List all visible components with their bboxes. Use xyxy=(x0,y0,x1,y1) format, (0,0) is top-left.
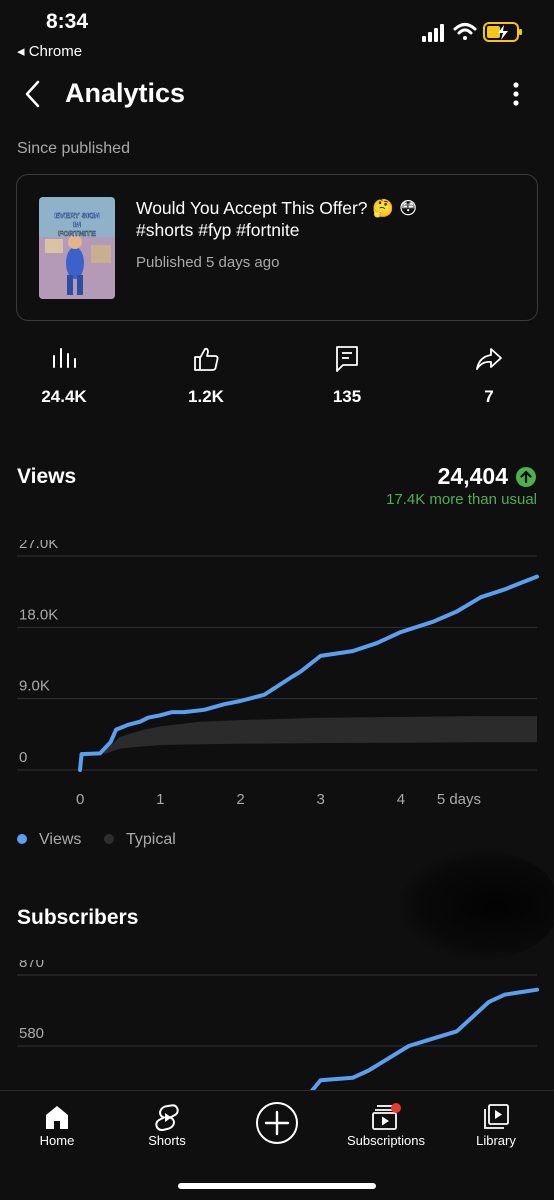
y-tick-label: 9.0K xyxy=(19,678,50,695)
video-title-line-2: #shorts #fyp #fortnite xyxy=(136,220,300,240)
nav-home[interactable]: Home xyxy=(2,1101,112,1157)
x-tick-label: 3 xyxy=(317,791,325,808)
stat-shares: 7 xyxy=(434,345,544,415)
notification-dot xyxy=(391,1103,401,1113)
views-delta: 17.4K more than usual xyxy=(386,491,537,508)
views-section-title: Views xyxy=(17,465,77,488)
legend-typical-label: Typical xyxy=(126,831,176,848)
thumbnail-text-2: IN xyxy=(73,220,81,229)
legend-views-label: Views xyxy=(39,831,82,848)
stat-likes: 1.2K xyxy=(151,345,261,415)
status-indicators xyxy=(422,22,522,42)
y-tick-label: 18.0K xyxy=(19,606,58,623)
stat-comments: 135 xyxy=(292,345,402,415)
page-title: Analytics xyxy=(65,78,186,108)
views-total: 24,404 xyxy=(437,463,508,489)
back-arrow-icon[interactable] xyxy=(16,76,52,112)
wifi-icon xyxy=(453,23,477,40)
x-tick-label: 2 xyxy=(236,791,244,808)
thumbs-up-icon xyxy=(194,347,219,371)
y-tick-label: 870 xyxy=(19,960,44,971)
share-icon xyxy=(476,348,502,370)
typical-band xyxy=(104,716,537,755)
arrow-up-circle-icon xyxy=(516,467,536,487)
back-to-app-link[interactable]: ◂ Chrome xyxy=(17,42,82,60)
x-tick-label: 4 xyxy=(397,791,405,808)
legend-typical-dot xyxy=(104,833,114,844)
legend-views: Views xyxy=(17,831,81,849)
video-thumbnail[interactable]: EVERY SKIN IN FORTNITE xyxy=(39,197,115,299)
subscribers-chart[interactable]: 870 580 xyxy=(0,960,554,1090)
video-title: Would You Accept This Offer? 🤔 😳 #shorts… xyxy=(136,197,516,241)
signal-icon xyxy=(422,24,444,42)
battery-charging-icon xyxy=(483,22,522,42)
nav-create[interactable] xyxy=(222,1101,332,1157)
nav-label: Shorts xyxy=(148,1133,186,1148)
nav-label: Subscriptions xyxy=(346,1133,426,1148)
video-title-line-1: Would You Accept This Offer? 🤔 😳 xyxy=(136,198,418,218)
x-tick-label: 1 xyxy=(156,791,164,808)
nav-shorts[interactable]: Shorts xyxy=(112,1101,222,1157)
x-tick-label: 5 days xyxy=(437,791,481,808)
published-date: Published 5 days ago xyxy=(136,254,280,271)
nav-subscriptions[interactable]: Subscriptions xyxy=(331,1101,441,1157)
subscribers-section-title: Subscribers xyxy=(17,906,139,929)
subscribers-line xyxy=(309,987,539,1090)
status-time: 8:34 xyxy=(46,10,89,33)
more-options-icon[interactable] xyxy=(500,78,532,112)
create-plus-icon xyxy=(256,1102,298,1144)
thumbnail-text-1: EVERY SKIN xyxy=(54,211,99,220)
stat-value: 1.2K xyxy=(188,387,224,406)
views-chart[interactable]: 27.0K 18.0K 9.0K 0 0 1 2 3 4 5 days xyxy=(0,540,554,820)
home-icon xyxy=(46,1106,68,1129)
y-tick-label: 27.0K xyxy=(19,540,58,552)
subscriptions-icon xyxy=(372,1103,401,1130)
nav-library[interactable]: Library xyxy=(441,1101,551,1157)
since-published-label: Since published xyxy=(17,140,130,157)
video-card[interactable]: EVERY SKIN IN FORTNITE Would You Accept … xyxy=(16,174,538,321)
home-indicator xyxy=(178,1183,376,1189)
stat-value: 24.4K xyxy=(41,387,87,406)
nav-label: Library xyxy=(476,1133,516,1148)
screen-shadow xyxy=(400,850,554,960)
thumbnail-text-3: FORTNITE xyxy=(58,229,96,238)
y-tick-label: 0 xyxy=(19,749,27,766)
shorts-icon xyxy=(155,1104,179,1131)
views-bars-icon xyxy=(53,348,76,368)
stat-value: 135 xyxy=(332,387,362,406)
stat-value: 7 xyxy=(484,387,494,406)
nav-label: Home xyxy=(39,1133,75,1148)
x-tick-label: 0 xyxy=(76,791,84,808)
comment-icon xyxy=(336,346,358,372)
legend-views-dot xyxy=(17,833,27,844)
library-icon xyxy=(484,1104,509,1129)
stat-views: 24.4K xyxy=(9,345,119,415)
status-bar: 8:34 ◂ Chrome xyxy=(0,0,554,66)
y-tick-label: 580 xyxy=(19,1025,44,1042)
legend-typical: Typical xyxy=(104,831,176,849)
